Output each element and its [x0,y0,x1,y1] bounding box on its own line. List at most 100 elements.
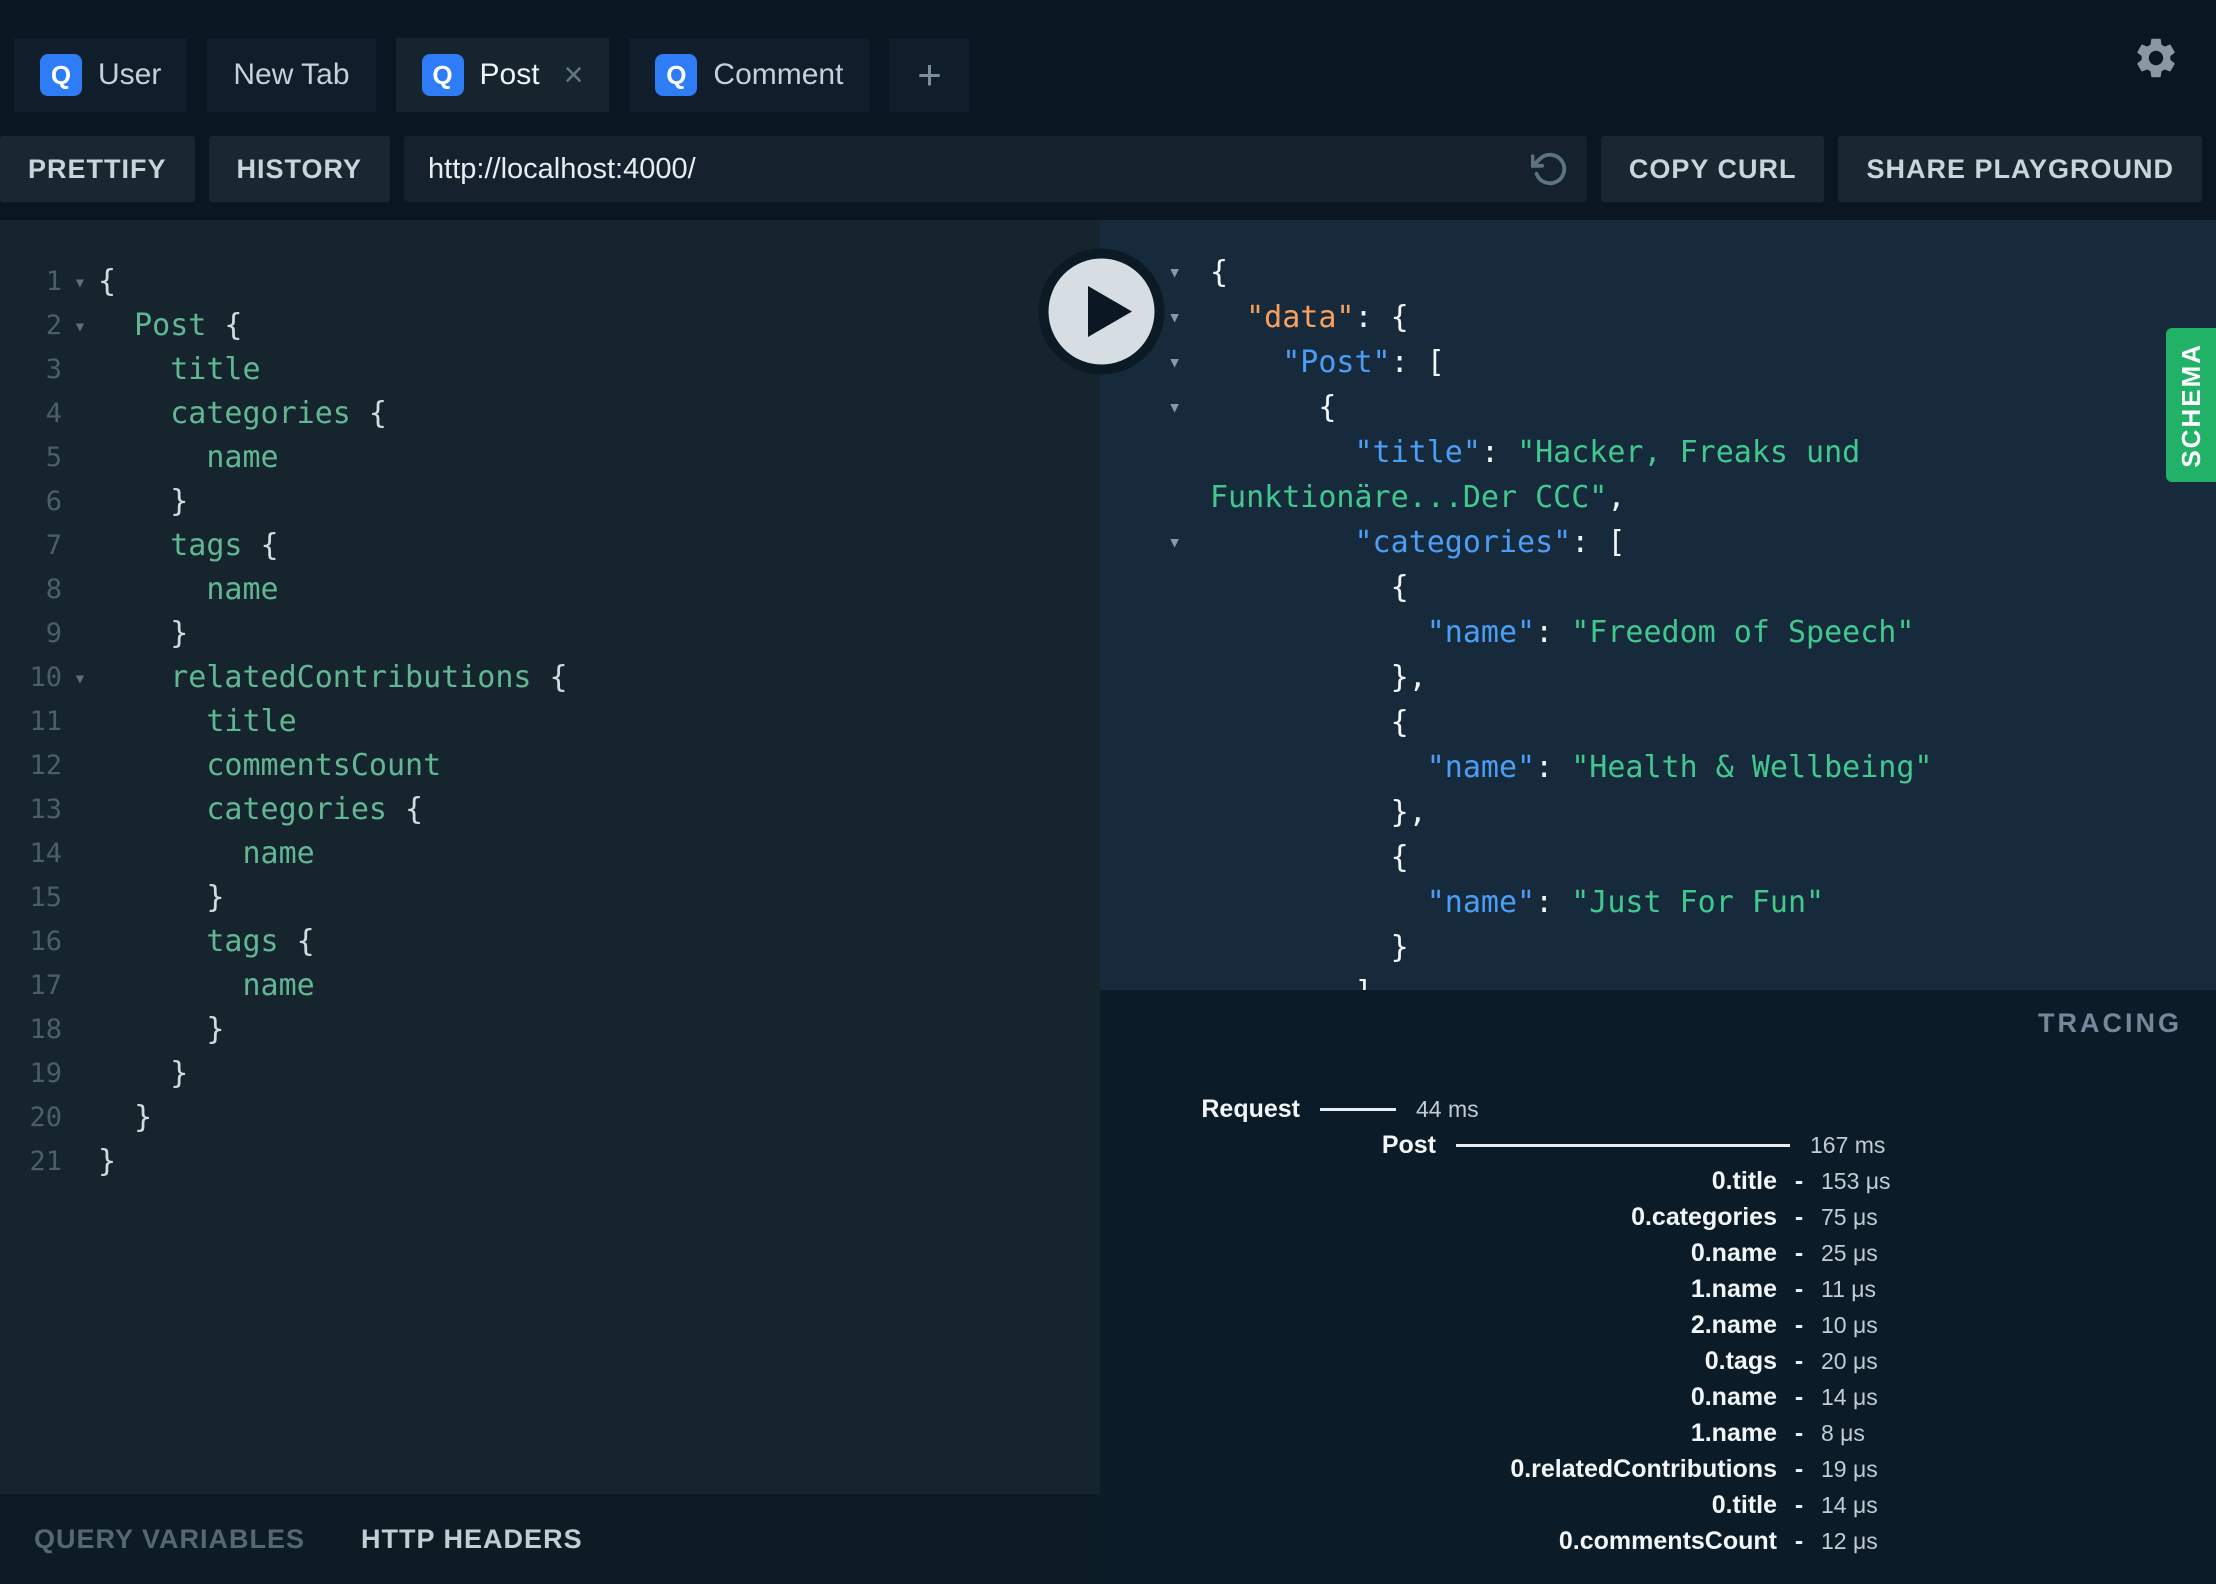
code-text: title [206,704,297,739]
code-text: } [98,1100,153,1135]
code-text: } [98,616,189,651]
fold-arrow-icon[interactable]: ▾ [62,304,98,348]
code-text: { [1210,255,1229,290]
line-number: 9 [45,618,62,649]
line-number: 1 [45,266,62,297]
trace-bar-label: Post [1381,1130,1436,1159]
trace-dash: - [1794,1526,1804,1555]
query-editor-pane[interactable]: 1 ▾{2 ▾ Post {3 title 4 categories {5 name 6… [0,220,1100,1584]
execute-play-button[interactable] [1038,248,1165,375]
response-line: ▾ "data": { [1162,295,2216,340]
tab-new-tab[interactable]: New Tab [207,38,376,112]
code-text: "Post": [ [1282,345,1445,380]
editor-line: 6 } [0,480,1100,524]
response-line: }, [1162,790,2216,835]
trace-field-name: 0.commentsCount [1558,1526,1777,1555]
fold-arrow-icon[interactable]: ▾ [1162,295,1210,340]
tab-label: New Tab [233,58,350,91]
response-line: }, [1162,655,2216,700]
trace-bar-row: Post 167 ms [1100,1127,2216,1163]
fold-arrow-icon[interactable]: ▾ [1162,250,1210,295]
fold-arrow-icon[interactable]: ▾ [62,260,98,304]
fold-arrow-icon[interactable]: ▾ [62,656,98,700]
editor-bottom-bar: QUERY VARIABLES HTTP HEADERS [0,1494,1100,1584]
trace-row: 0.commentsCount -12 μs [1100,1523,2216,1559]
editor-line: 14 name [0,832,1100,876]
schema-tab[interactable]: SCHEMA [2166,328,2216,482]
code-text: { [1210,570,1409,605]
code-text: } [98,880,225,915]
trace-field-time: 8 μs [1821,1419,1865,1446]
trace-field-time: 25 μs [1821,1239,1878,1266]
code-text: name [242,968,315,1003]
code-text: "title": "Hacker, Freaks und [1354,435,1861,470]
response-pane: ▾{▾ "data": {▾ "Post": [▾ { "title": "Ha… [1100,220,2216,1584]
new-tab-button[interactable]: + [889,38,970,112]
trace-field-name: 0.relatedContributions [1510,1454,1777,1483]
trace-field-time: 12 μs [1821,1527,1878,1554]
trace-field-time: 153 μs [1821,1167,1891,1194]
line-number: 19 [29,1058,62,1089]
trace-row: 0.tags -20 μs [1100,1343,2216,1379]
response-line: ] [1162,970,2216,990]
response-line: { [1162,565,2216,610]
http-headers-toggle[interactable]: HTTP HEADERS [361,1524,583,1555]
copy-curl-button[interactable]: COPY CURL [1600,136,1825,202]
editor-line: 19 } [0,1052,1100,1096]
fold-arrow-icon[interactable]: ▾ [1162,520,1210,565]
editor-line: 17 name [0,964,1100,1008]
fold-arrow-icon[interactable]: ▾ [1162,340,1210,385]
response-line: ▾ { [1162,385,2216,430]
tab-post[interactable]: Q Post × [395,38,610,112]
trace-field-name: 0.name [1690,1238,1777,1267]
endpoint-url-input[interactable] [404,136,1587,202]
code-text: { [98,264,117,299]
query-variables-toggle[interactable]: QUERY VARIABLES [34,1524,305,1555]
trace-field-name: 0.categories [1631,1202,1777,1231]
response-line: "title": "Hacker, Freaks und [1162,430,2216,475]
line-number: 18 [29,1014,62,1045]
trace-field-name: 1.name [1690,1418,1777,1447]
prettify-button[interactable]: PRETTIFY [0,136,195,202]
response-line: ▾ "Post": [ [1162,340,2216,385]
editor-line: 5 name [0,436,1100,480]
editor-line: 2 ▾ Post { [0,304,1100,348]
history-button[interactable]: HISTORY [208,136,391,202]
code-text: "name": "Just For Fun" [1426,885,1825,920]
trace-field-name: 0.tags [1704,1346,1777,1375]
trace-bar-line [1320,1107,1396,1111]
trace-row: 0.relatedContributions -19 μs [1100,1451,2216,1487]
response-line: "name": "Health & Wellbeing" [1162,745,2216,790]
query-editor-lines: 1 ▾{2 ▾ Post {3 title 4 categories {5 name 6… [0,220,1100,1184]
code-text: commentsCount [206,748,442,783]
code-text: Post { [134,308,243,343]
tab-user[interactable]: Q User [14,38,188,112]
fold-arrow-icon[interactable]: ▾ [1162,385,1210,430]
code-text: { [1210,390,1337,425]
response-line: ▾{ [1162,250,2216,295]
main-split-view: 1 ▾{2 ▾ Post {3 title 4 categories {5 name 6… [0,220,2216,1584]
line-number: 21 [29,1146,62,1177]
trace-bar-line [1456,1143,1790,1147]
tab-comment[interactable]: Q Comment [629,38,870,112]
code-text: }, [1210,795,1427,830]
code-text: title [170,352,261,387]
settings-gear-icon[interactable] [2132,34,2180,82]
code-text: "name": "Health & Wellbeing" [1426,750,1933,785]
trace-field-name: 2.name [1690,1310,1777,1339]
code-text: "data": { [1246,300,1409,335]
line-number: 8 [45,574,62,605]
trace-dash: - [1794,1454,1804,1483]
share-playground-button[interactable]: SHARE PLAYGROUND [1838,136,2202,202]
trace-dash: - [1794,1346,1804,1375]
reload-endpoint-icon[interactable] [1530,150,1569,188]
tab-close-icon[interactable]: × [564,58,584,92]
